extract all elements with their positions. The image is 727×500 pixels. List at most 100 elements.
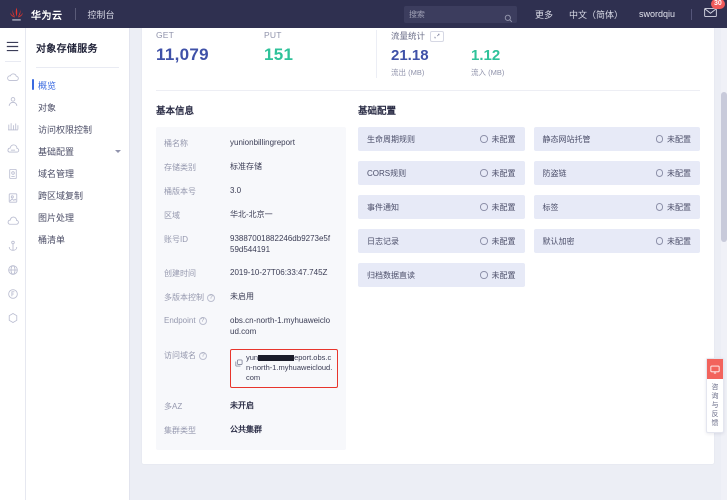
hamburger-menu-icon[interactable] — [0, 34, 26, 58]
sidebar-item-label: 对象 — [38, 101, 56, 114]
stat-get: GET 11,079 — [156, 30, 264, 78]
brand-name: 华为云 — [31, 7, 63, 22]
info-key: 访问域名 — [164, 350, 196, 361]
feedback-widget-label: 咨询与反馈 — [710, 379, 720, 428]
info-key-group: 多版本控制 ? — [164, 291, 230, 303]
config-status-text: 未配置 — [492, 236, 516, 247]
info-row-endpoint: Endpoint ? obs.cn-north-1.myhuaweicloud.… — [164, 315, 338, 337]
config-label: 静态网站托管 — [543, 134, 591, 145]
sidebar-item-label: 图片处理 — [38, 211, 74, 224]
config-item-cors-rule[interactable]: CORS规则 未配置 — [358, 161, 525, 185]
basic-config-grid: 生命周期规则 未配置 CORS规则 未配置 — [358, 127, 700, 297]
config-item-hotlink-protection[interactable]: 防盗链 未配置 — [534, 161, 701, 185]
info-row-bucket-name: 桶名称 yunionbillingreport — [164, 137, 338, 149]
sidebar-item-cross-region-replication[interactable]: 跨区域复制 — [26, 184, 129, 206]
help-icon[interactable]: ? — [207, 294, 215, 302]
info-key: 多AZ — [164, 400, 230, 412]
stats-vertical-divider — [376, 30, 377, 78]
flow-in-value: 1.12 — [471, 47, 551, 65]
config-label: 归档数据直读 — [367, 270, 415, 281]
circle-f-icon[interactable] — [0, 282, 26, 306]
service-icon-rail — [0, 28, 26, 500]
config-item-event-notification[interactable]: 事件通知 未配置 — [358, 195, 525, 219]
basic-info-panel: 桶名称 yunionbillingreport 存储类别 标准存储 桶版本号 3… — [156, 127, 346, 450]
config-label: 默认加密 — [543, 236, 575, 247]
hexagon-icon[interactable] — [0, 306, 26, 330]
config-label: 日志记录 — [367, 236, 399, 247]
sidebar-item-domain-management[interactable]: 域名管理 — [26, 162, 129, 184]
basic-config-title: 基础配置 — [358, 103, 700, 117]
expand-chart-button[interactable] — [430, 31, 444, 42]
sidebar-item-access-control[interactable]: 访问权限控制 — [26, 118, 129, 140]
info-key: 桶版本号 — [164, 185, 230, 197]
info-row-storage-class: 存储类别 标准存储 — [164, 161, 338, 173]
message-center-button[interactable]: 30 — [704, 5, 717, 23]
expand-arrow-icon — [433, 32, 441, 40]
console-link[interactable]: 控制台 — [88, 8, 115, 21]
copy-icon[interactable] — [235, 354, 243, 372]
config-item-logging[interactable]: 日志记录 未配置 — [358, 229, 525, 253]
feedback-widget[interactable]: 咨询与反馈 — [706, 358, 724, 433]
info-row-multi-az: 多AZ 未开启 — [164, 400, 338, 412]
sidebar-item-label: 访问权限控制 — [38, 123, 92, 136]
info-row-region: 区域 华北-北京一 — [164, 209, 338, 221]
chevron-down-icon[interactable] — [115, 150, 121, 153]
sidebar-item-basic-config[interactable]: 基础配置 — [26, 140, 129, 162]
help-icon[interactable]: ? — [199, 352, 207, 360]
info-key: 存储类别 — [164, 161, 230, 173]
global-search-box[interactable] — [404, 6, 517, 23]
user-group-icon[interactable] — [0, 90, 26, 114]
flow-stats-title: 流量统计 — [391, 30, 425, 42]
network-icon[interactable] — [0, 114, 26, 138]
cloud-storage-icon[interactable] — [0, 138, 26, 162]
basic-info-title: 基本信息 — [156, 103, 346, 117]
search-input[interactable] — [409, 10, 504, 19]
brand-logo-group[interactable]: 华为云 — [0, 6, 63, 23]
feedback-widget-header[interactable] — [707, 359, 723, 379]
sidebar-title: 对象存储服务 — [26, 28, 129, 55]
image-storage-icon[interactable] — [0, 186, 26, 210]
help-icon[interactable]: ? — [199, 317, 207, 325]
info-key: 区域 — [164, 209, 230, 221]
config-status: 未配置 — [480, 270, 516, 281]
config-item-tags[interactable]: 标签 未配置 — [534, 195, 701, 219]
sidebar-item-overview[interactable]: 概览 — [26, 74, 129, 96]
config-item-archive-direct-read[interactable]: 归档数据直读 未配置 — [358, 263, 525, 287]
header-username[interactable]: swordqiu — [639, 9, 675, 19]
config-status-text: 未配置 — [492, 134, 516, 145]
overview-page-card: GET 11,079 PUT 151 流量统计 — [142, 28, 714, 464]
sidebar-item-label: 桶清单 — [38, 233, 65, 246]
cloud-upload-icon[interactable] — [0, 210, 26, 234]
info-value: yunionbillingreport — [230, 137, 295, 148]
rail-divider — [5, 61, 21, 62]
info-key: 账号ID — [164, 233, 230, 245]
config-left-column: 生命周期规则 未配置 CORS规则 未配置 — [358, 127, 525, 297]
config-item-static-website-hosting[interactable]: 静态网站托管 未配置 — [534, 127, 701, 151]
flow-out: 21.18 流出 (MB) — [391, 47, 471, 78]
top-header-bar: 华为云 控制台 更多 中文（简体） swordqiu 30 — [0, 0, 727, 28]
globe-icon[interactable] — [0, 258, 26, 282]
config-item-default-encryption[interactable]: 默认加密 未配置 — [534, 229, 701, 253]
document-icon[interactable] — [0, 162, 26, 186]
message-badge-count: 30 — [711, 0, 725, 9]
config-status-text: 未配置 — [492, 202, 516, 213]
sidebar-item-objects[interactable]: 对象 — [26, 96, 129, 118]
header-language-link[interactable]: 中文（简体） — [569, 8, 623, 21]
overview-columns: 基本信息 桶名称 yunionbillingreport 存储类别 标准存储 桶… — [142, 91, 714, 450]
stat-get-value: 11,079 — [156, 45, 264, 65]
info-key: Endpoint — [164, 316, 196, 325]
status-indicator-icon — [480, 271, 488, 279]
main-content-area: GET 11,079 PUT 151 流量统计 — [130, 28, 727, 500]
access-domain-highlight-box[interactable]: yuneport.obs.cn-north-1.myhuaweicloud.co… — [230, 349, 338, 388]
config-label: CORS规则 — [367, 168, 406, 179]
config-item-lifecycle-rule[interactable]: 生命周期规则 未配置 — [358, 127, 525, 151]
cloud-service-icon[interactable] — [0, 66, 26, 90]
anchor-icon[interactable] — [0, 234, 26, 258]
sidebar-item-image-processing[interactable]: 图片处理 — [26, 206, 129, 228]
info-row-account-id: 账号ID 93887001882246db9273e5f59d544191 — [164, 233, 338, 255]
search-icon[interactable] — [504, 10, 513, 28]
sidebar-item-bucket-inventory[interactable]: 桶清单 — [26, 228, 129, 250]
header-more-link[interactable]: 更多 — [535, 8, 553, 21]
stat-put-label: PUT — [264, 30, 372, 40]
page-scrollbar-thumb[interactable] — [721, 92, 727, 242]
